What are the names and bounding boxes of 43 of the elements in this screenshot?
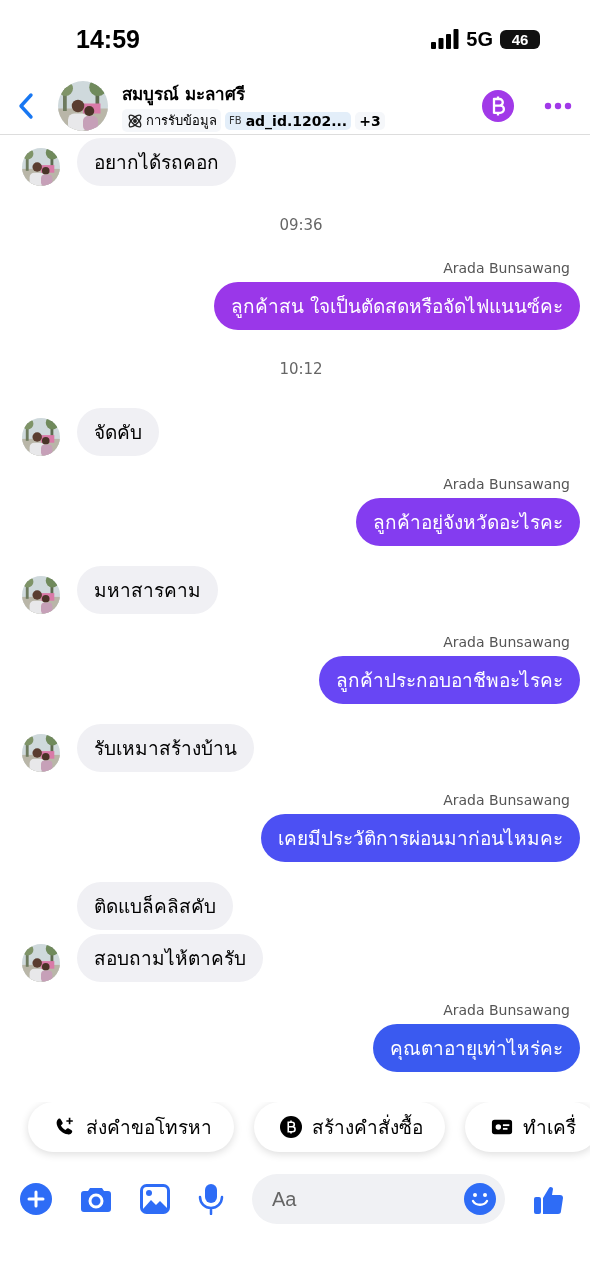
sender-name: Arada Bunsawang	[443, 792, 570, 808]
timestamp: 10:12	[279, 360, 323, 378]
signal-icon	[431, 29, 460, 49]
outgoing-message: ลูกค้าสน ใจเป็นตัดสดหรือจัดไฟแนนซ์คะ	[213, 282, 580, 330]
source-prefix: FB	[229, 115, 242, 126]
baht-icon	[280, 1116, 302, 1138]
contact-name: สมบูรณ์ มะลาศรี	[122, 83, 246, 107]
message-input[interactable]: Aa	[252, 1174, 505, 1224]
outgoing-message: ลูกค้าอยู่จังหวัดอะไรคะ	[356, 498, 580, 546]
ad-id: ad_id.1202...	[245, 112, 348, 129]
sender-name: Arada Bunsawang	[443, 1002, 570, 1018]
camera-icon[interactable]	[80, 1185, 112, 1213]
emoji-icon[interactable]	[464, 1183, 496, 1215]
sender-name: Arada Bunsawang	[443, 634, 570, 650]
status-time: 14:59	[76, 24, 140, 54]
incoming-message: สอบถามไห้ตาครับ	[77, 934, 263, 982]
quick-action-button[interactable]: ทำเครื่	[465, 1102, 590, 1152]
incoming-message: จัดคับ	[77, 408, 159, 456]
back-icon[interactable]	[18, 92, 34, 120]
baht-icon[interactable]	[482, 90, 514, 122]
id-card-icon	[491, 1118, 513, 1136]
outgoing-message: คุณตาอายุเท่าไหร่คะ	[373, 1024, 580, 1072]
incoming-message: รับเหมาสร้างบ้าน	[77, 724, 254, 772]
battery-indicator: 46	[500, 29, 540, 49]
network-label: 5G	[466, 27, 493, 51]
outgoing-message: เคยมีประวัติการผ่อนมาก่อนไหมคะ	[261, 814, 580, 862]
ad-tag[interactable]: FB ad_id.1202...	[225, 111, 352, 130]
outgoing-message: ลูกค้าประกอบอาชีพอะไรคะ	[319, 656, 580, 704]
incoming-message: มหาสารคาม	[77, 566, 218, 614]
quick-action-button[interactable]: สร้างคำสั่งซื้อ	[254, 1102, 445, 1152]
more-options-icon[interactable]	[544, 102, 572, 110]
image-icon[interactable]	[140, 1184, 170, 1214]
more-tags[interactable]: +3	[355, 111, 385, 130]
incoming-message: ติดแบล็คลิสคับ	[77, 882, 233, 930]
microphone-icon[interactable]	[198, 1183, 224, 1215]
timestamp: 09:36	[279, 216, 323, 234]
atom-icon	[126, 111, 144, 130]
incoming-message: อยากได้รถคอก	[77, 138, 236, 186]
sender-name: Arada Bunsawang	[443, 476, 570, 492]
add-icon[interactable]	[20, 1183, 52, 1215]
source-tag[interactable]: การรับข้อมูล	[122, 109, 221, 132]
quick-action-button[interactable]: ส่งคำขอโทรหา	[28, 1102, 234, 1152]
sender-name: Arada Bunsawang	[443, 260, 570, 276]
